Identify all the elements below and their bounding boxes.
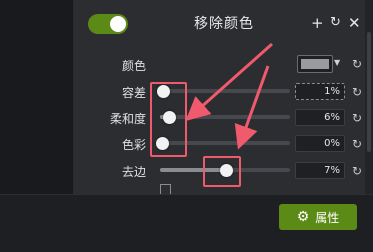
- chevron-down-icon[interactable]: ▼: [334, 58, 340, 67]
- reset-icon[interactable]: ↻: [352, 137, 362, 151]
- color-picker[interactable]: [297, 55, 333, 73]
- color-swatch: [301, 59, 329, 69]
- option-label-clipped: [175, 184, 205, 194]
- properties-button[interactable]: ⚙ 属性: [279, 204, 357, 230]
- effect-title: 移除颜色: [194, 16, 254, 32]
- plus-icon[interactable]: +: [311, 13, 324, 33]
- defringe-value[interactable]: 7%: [295, 162, 345, 179]
- left-sidebar: [0, 0, 73, 194]
- hue-label: 色彩: [121, 138, 146, 152]
- close-icon[interactable]: ✕: [348, 13, 361, 33]
- reset-icon[interactable]: ↻: [352, 85, 362, 99]
- color-label: 颜色: [121, 59, 146, 73]
- annotation-box-defringe: [203, 156, 241, 187]
- annotation-box-sliders: [150, 82, 187, 157]
- toggle-knob: [110, 16, 126, 32]
- scrollbar-thumb[interactable]: [367, 32, 371, 152]
- softness-label: 柔和度: [109, 112, 146, 126]
- softness-value[interactable]: 6%: [295, 109, 345, 126]
- reset-icon[interactable]: ↻: [352, 57, 362, 71]
- effect-enable-toggle[interactable]: [88, 14, 128, 34]
- tolerance-value[interactable]: 1%: [295, 83, 345, 100]
- reset-icon[interactable]: ↻: [330, 13, 341, 33]
- properties-button-label: 属性: [315, 210, 340, 225]
- reset-icon[interactable]: ↻: [352, 111, 362, 125]
- option-checkbox[interactable]: [160, 184, 171, 194]
- defringe-label: 去边: [121, 165, 146, 179]
- reset-icon[interactable]: ↻: [352, 164, 362, 178]
- hue-value[interactable]: 0%: [295, 135, 345, 152]
- tolerance-label: 容差: [121, 86, 146, 100]
- gear-icon: ⚙: [296, 209, 310, 225]
- panel-scrollbar[interactable]: [365, 0, 373, 194]
